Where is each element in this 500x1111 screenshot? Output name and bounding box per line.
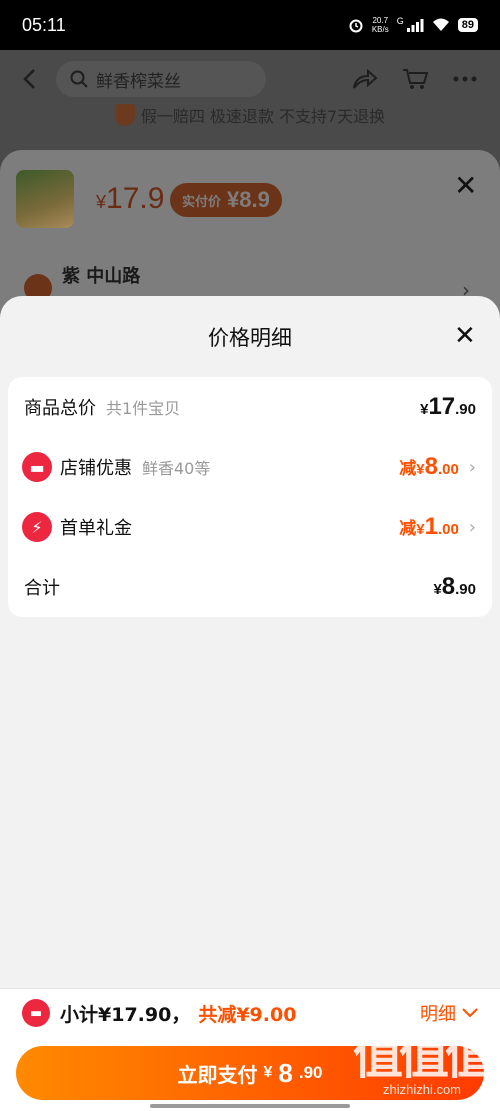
detail-toggle-label: 明细 — [420, 1004, 456, 1025]
amount-dec: .90 — [455, 401, 476, 418]
row-total: 合计 ¥8.90 — [8, 557, 492, 617]
row-shop-discount[interactable]: ▬ 店铺优惠 鲜香40等 减¥8.00 › — [8, 437, 492, 497]
amount-symbol: ¥ — [416, 521, 425, 538]
row-first-order-gift[interactable]: ⚡ 首单礼金 减¥1.00 › — [8, 497, 492, 557]
shop-coupon-icon: ▬ — [22, 452, 52, 482]
amount-prefix: 减 — [399, 519, 417, 538]
net-speed-value: 20.7 — [372, 16, 389, 25]
price-breakdown-card: 商品总价 共1件宝贝 ¥17.90 ▬ 店铺优惠 鲜香40等 减¥8.00 › … — [8, 377, 492, 617]
pay-int: 8 — [278, 1057, 293, 1088]
status-time: 05:11 — [22, 14, 66, 35]
row-label: 店铺优惠 — [60, 458, 132, 479]
network-type: G — [396, 16, 404, 26]
row-total-goods: 商品总价 共1件宝贝 ¥17.90 — [8, 377, 492, 437]
row-amount: 减¥8.00 — [399, 453, 459, 481]
price-value: 17.9 — [106, 182, 165, 215]
row-label: 合计 — [24, 578, 60, 599]
back-icon[interactable] — [22, 68, 36, 90]
search-input[interactable]: 鲜香榨菜丝 — [56, 61, 266, 97]
lightning-icon: ⚡ — [22, 512, 52, 542]
amount-dec: .90 — [455, 581, 476, 598]
amount-symbol: ¥ — [416, 461, 425, 478]
product-thumbnail — [16, 170, 74, 228]
amount-int: 1 — [424, 513, 438, 540]
row-label: 首单礼金 — [60, 518, 132, 539]
sheet-title: 价格明细 — [208, 326, 292, 350]
chevron-down-icon — [462, 1008, 478, 1018]
paid-price-label: 实付价 — [182, 194, 222, 210]
row-amount: ¥8.90 — [433, 573, 476, 601]
row-sub: 共1件宝贝 — [106, 399, 181, 418]
amount-dec: .00 — [437, 461, 459, 478]
row-label: 商品总价 — [24, 398, 96, 419]
price-symbol: ¥ — [96, 192, 107, 212]
pay-symbol: ¥ — [263, 1064, 273, 1081]
reduction-text: 共减¥9.00 — [198, 1003, 297, 1026]
paid-price-badge: 实付价 ¥8.9 — [170, 183, 282, 217]
chevron-right-icon: › — [468, 456, 476, 478]
pay-dec: .90 — [298, 1063, 323, 1082]
watermark-logo: 值值值 — [353, 1027, 495, 1085]
guarantee-text: 假一赔四 极速退款 不支持7天退换 — [140, 107, 386, 126]
detail-toggle-button[interactable]: 明细 — [420, 1000, 478, 1026]
amount-int: 8 — [424, 453, 438, 480]
paid-price-value: ¥8.9 — [227, 187, 270, 212]
coupon-icon: ▬ — [22, 999, 50, 1027]
net-speed: 20.7 KB/s — [372, 16, 389, 34]
chevron-right-icon: › — [468, 516, 476, 538]
search-text: 鲜香榨菜丝 — [96, 71, 181, 92]
amount-prefix: 减 — [399, 459, 417, 478]
net-speed-unit: KB/s — [371, 25, 389, 34]
search-icon — [70, 70, 88, 88]
battery-icon: 89 — [457, 18, 478, 32]
guarantee-banner: 假一赔四 极速退款 不支持7天退换 — [0, 100, 500, 130]
close-icon[interactable]: ✕ — [454, 322, 476, 350]
row-amount: 减¥1.00 — [399, 513, 459, 541]
subtotal-text: 小计¥17.90， — [60, 1003, 191, 1026]
shield-icon — [114, 104, 135, 126]
sku-close-icon[interactable]: ✕ — [454, 172, 477, 200]
amount-symbol: ¥ — [433, 581, 442, 598]
home-indicator[interactable] — [150, 1104, 350, 1108]
amount-int: 17 — [428, 393, 456, 420]
row-sub: 鲜香40等 — [142, 459, 211, 478]
amount-int: 8 — [441, 573, 456, 600]
wifi-icon — [432, 18, 449, 31]
row-amount: ¥17.90 — [420, 393, 476, 421]
cart-icon[interactable] — [402, 68, 428, 90]
share-icon[interactable] — [352, 68, 378, 90]
delivery-address[interactable]: 紫 中山路 — [62, 262, 140, 288]
sku-price: ¥17.9 — [96, 182, 164, 216]
status-icons: 20.7 KB/s G 89 — [348, 16, 478, 34]
more-icon[interactable] — [452, 68, 478, 90]
signal-icon — [406, 19, 424, 32]
alarm-icon — [349, 19, 363, 33]
header-actions — [352, 68, 478, 90]
pay-label: 立即支付 — [177, 1062, 258, 1087]
status-bar: 05:11 20.7 KB/s G 89 — [0, 0, 500, 50]
watermark: 值值值 zhizhizhi.com — [352, 1027, 495, 1097]
amount-dec: .00 — [437, 521, 459, 538]
subtotal-row: ▬ 小计¥17.90， 共减¥9.00 明细 — [0, 996, 500, 1030]
